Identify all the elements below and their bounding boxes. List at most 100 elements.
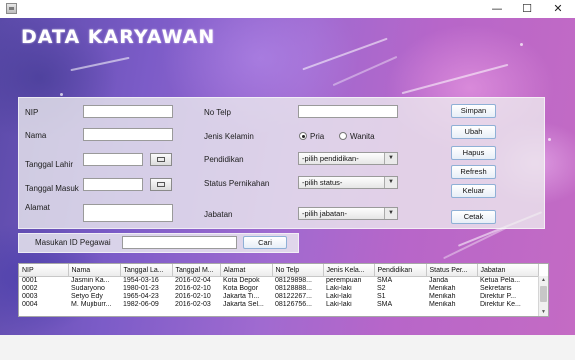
tanggal-masuk-date-button[interactable] xyxy=(150,178,172,191)
table-row[interactable]: 0002 Sudaryono 1980-01-23 2016-02-10 Kot… xyxy=(19,285,538,293)
table-cell: Jasmin Ka... xyxy=(71,277,110,284)
keluar-button[interactable]: Keluar xyxy=(451,184,496,198)
column-header[interactable]: No Telp xyxy=(272,264,324,277)
table-cell: Janda xyxy=(429,277,449,284)
table-cell: 1982-06-09 xyxy=(123,301,159,308)
column-header[interactable]: Jenis Kela... xyxy=(323,264,375,277)
status-pernikahan-select[interactable]: -pilih status- ▼ xyxy=(298,176,398,189)
decorative-dot xyxy=(548,138,551,141)
tanggal-lahir-date-button[interactable] xyxy=(150,153,172,166)
search-input[interactable] xyxy=(122,236,237,249)
table-row[interactable]: 0003 Setyo Edy 1965-04-23 2016-02-10 Jak… xyxy=(19,293,538,301)
cari-button[interactable]: Cari xyxy=(243,236,287,249)
table-cell: 0001 xyxy=(22,277,38,284)
radio-wanita[interactable] xyxy=(339,132,347,140)
table-cell: Setyo Edy xyxy=(71,293,103,300)
table-cell: Sekretaris xyxy=(480,285,512,292)
table-cell: 08122267... xyxy=(275,293,312,300)
table-cell: Laki-laki xyxy=(326,301,352,308)
column-header[interactable]: Tanggal La... xyxy=(120,264,173,277)
ubah-button[interactable]: Ubah xyxy=(451,125,496,139)
table-cell: Menikah xyxy=(429,301,456,308)
table-cell: Kota Depok xyxy=(223,277,260,284)
table-cell: S1 xyxy=(377,293,386,300)
decorative-dot xyxy=(60,93,63,96)
table-cell: Menikah xyxy=(429,293,456,300)
jabatan-label: Jabatan xyxy=(204,210,233,219)
refresh-button[interactable]: Refresh xyxy=(451,165,496,179)
table-cell: 2016-02-10 xyxy=(175,285,211,292)
alamat-label: Alamat xyxy=(25,203,50,212)
close-button[interactable]: ✕ xyxy=(543,0,573,18)
decorative-dot xyxy=(520,43,523,46)
radio-pria[interactable] xyxy=(299,132,307,140)
calendar-icon xyxy=(157,182,165,187)
jabatan-select-value: -pilih jabatan- xyxy=(302,209,348,218)
table-cell: Menikah xyxy=(429,285,456,292)
column-header[interactable]: Tanggal M... xyxy=(172,264,221,277)
employee-form: NIP Nama Tanggal Lahir Tanggal Masuk Ala… xyxy=(18,97,545,229)
column-header[interactable]: Nama xyxy=(68,264,121,277)
hapus-button[interactable]: Hapus xyxy=(451,146,496,160)
column-header[interactable]: Status Per... xyxy=(426,264,478,277)
table-row[interactable]: 0004 M. Mujiburr... 1982-06-09 2016-02-0… xyxy=(19,301,538,309)
tanggal-masuk-field[interactable] xyxy=(83,178,143,191)
jabatan-select[interactable]: -pilih jabatan- ▼ xyxy=(298,207,398,220)
table-scrollbar[interactable]: ▲ ▼ xyxy=(538,276,548,316)
table-cell: Sudaryono xyxy=(71,285,105,292)
nama-label: Nama xyxy=(25,131,47,140)
minimize-button[interactable]: — xyxy=(482,0,512,18)
scroll-down-icon[interactable]: ▼ xyxy=(539,308,548,316)
pendidikan-select[interactable]: -pilih pendidikan- ▼ xyxy=(298,152,398,165)
table-cell: Ketua Pela... xyxy=(480,277,521,284)
table-cell: 0004 xyxy=(22,301,38,308)
table-cell: SMA xyxy=(377,277,393,284)
alamat-field[interactable] xyxy=(83,204,173,222)
pendidikan-label: Pendidikan xyxy=(204,155,244,164)
table-cell: 08126756... xyxy=(275,301,312,308)
table-cell: 1954-03-16 xyxy=(123,277,159,284)
table-cell: 08128888... xyxy=(275,285,312,292)
simpan-button[interactable]: Simpan xyxy=(451,104,496,118)
tanggal-lahir-label: Tanggal Lahir xyxy=(25,160,74,169)
table-cell: 2016-02-03 xyxy=(175,301,211,308)
table-cell: Laki-laki xyxy=(326,293,352,300)
search-panel: Masukan ID Pegawai Cari xyxy=(18,233,299,253)
cetak-button[interactable]: Cetak xyxy=(451,210,496,224)
table-cell: 0002 xyxy=(22,285,38,292)
decorative-streak xyxy=(332,55,398,87)
maximize-button[interactable]: ☐ xyxy=(512,0,542,18)
scroll-up-icon[interactable]: ▲ xyxy=(539,276,548,284)
pendidikan-select-value: -pilih pendidikan- xyxy=(302,154,359,163)
table-cell: S2 xyxy=(377,285,386,292)
decorative-streak xyxy=(70,56,130,72)
window-bottom-area xyxy=(0,335,575,360)
table-row[interactable]: 0001 Jasmin Ka... 1954-03-16 2016-02-04 … xyxy=(19,277,538,286)
column-header[interactable]: Jabatan xyxy=(477,264,539,277)
employee-table: NIP Nama Tanggal La... Tanggal M... Alam… xyxy=(18,263,549,317)
table-cell: SMA xyxy=(377,301,393,308)
table-cell: 08129898... xyxy=(275,277,312,284)
status-pernikahan-label: Status Pernikahan xyxy=(204,179,270,188)
no-telp-field[interactable] xyxy=(298,105,398,118)
table-header-row: NIP Nama Tanggal La... Tanggal M... Alam… xyxy=(19,264,539,277)
tanggal-lahir-field[interactable] xyxy=(83,153,143,166)
status-select-value: -pilih status- xyxy=(302,178,343,187)
column-header[interactable]: NIP xyxy=(19,264,69,277)
table-cell: Jakarta Ti... xyxy=(223,293,260,300)
table-cell: perempuan xyxy=(326,277,362,284)
table-cell: 1980-01-23 xyxy=(123,285,159,292)
tanggal-masuk-label: Tanggal Masuk xyxy=(25,184,79,193)
nip-field[interactable] xyxy=(83,105,173,118)
column-header[interactable]: Alamat xyxy=(220,264,273,277)
decorative-streak xyxy=(401,63,509,95)
table-cell: Kota Bogor xyxy=(223,285,259,292)
scroll-thumb[interactable] xyxy=(540,286,547,302)
table-cell: 2016-02-10 xyxy=(175,293,211,300)
table-cell: Jakarta Sel... xyxy=(223,301,264,308)
table-cell: 0003 xyxy=(22,293,38,300)
table-cell: M. Mujiburr... xyxy=(71,301,112,308)
column-header[interactable]: Pendidikan xyxy=(374,264,427,277)
nama-field[interactable] xyxy=(83,128,173,141)
calendar-icon xyxy=(157,157,165,162)
